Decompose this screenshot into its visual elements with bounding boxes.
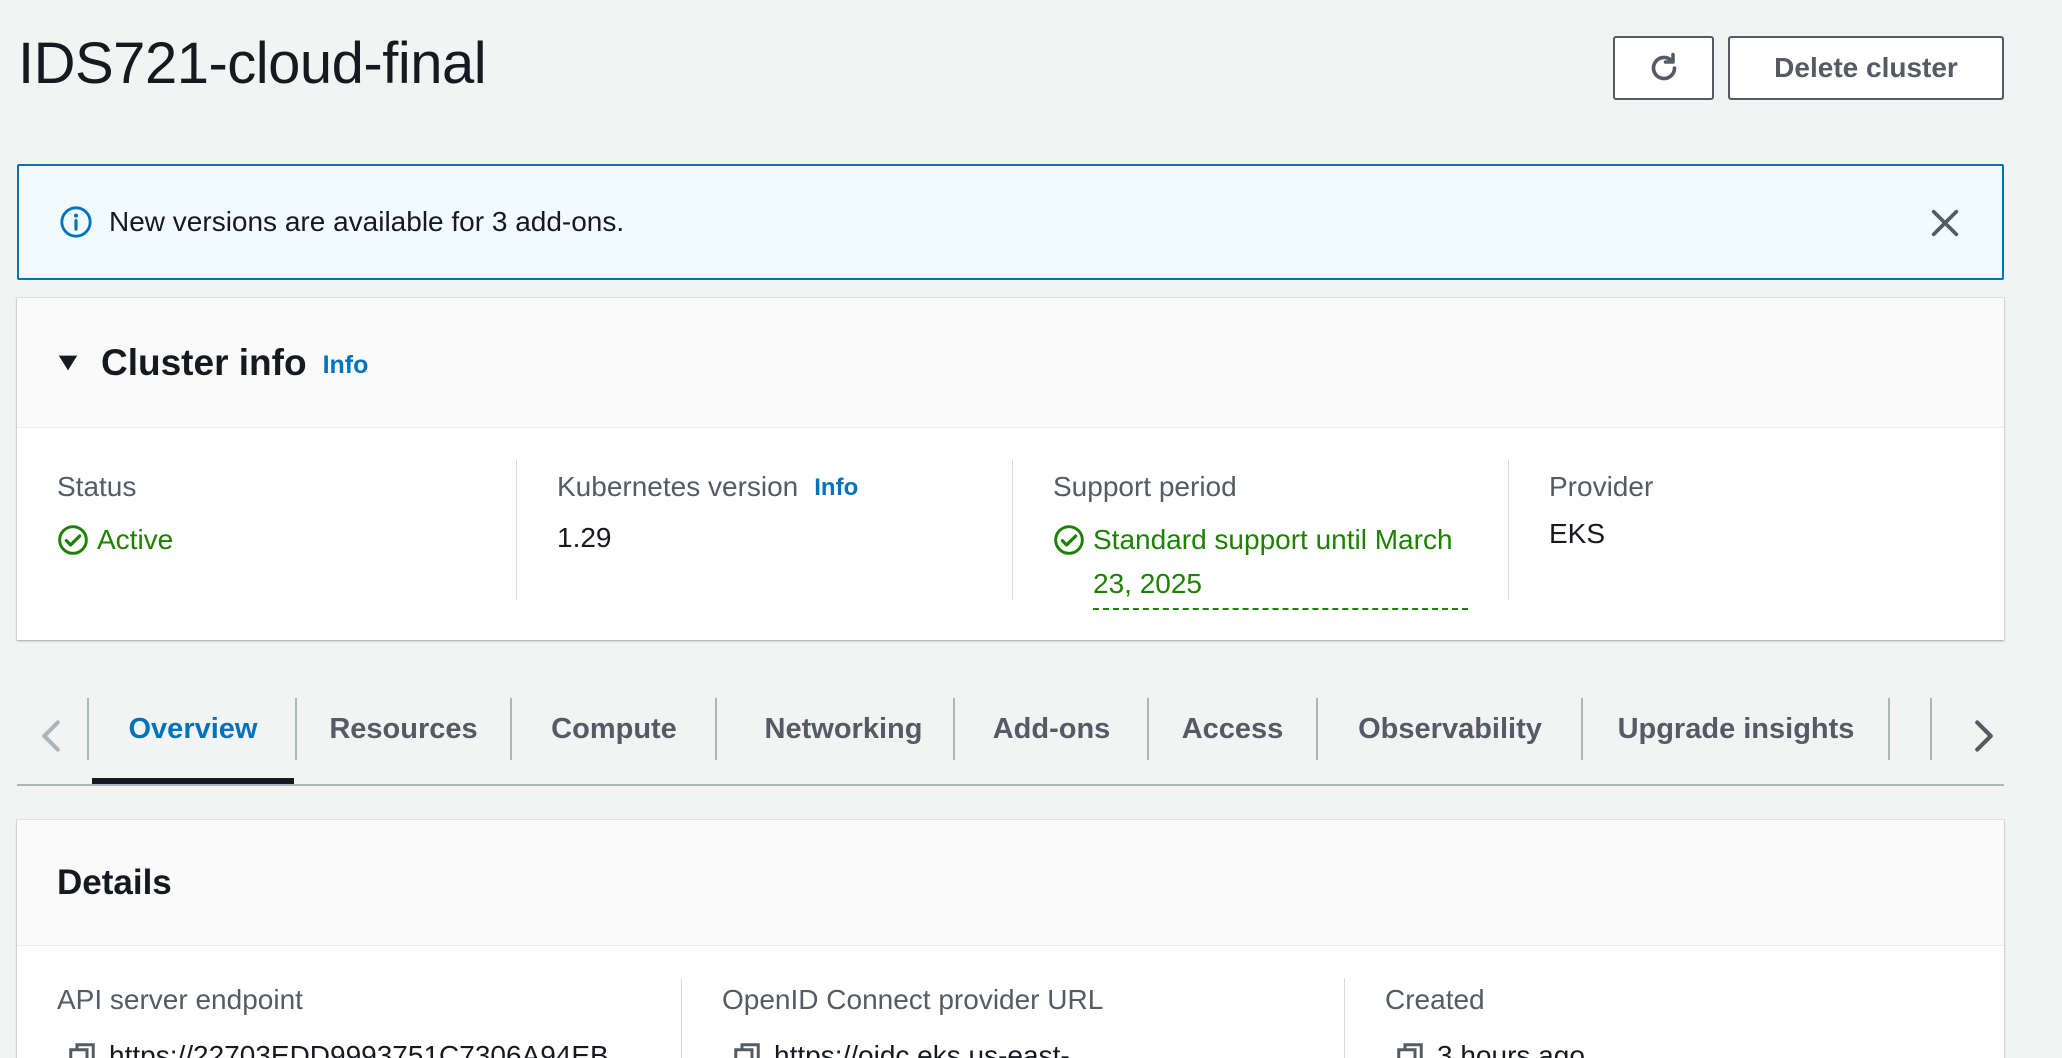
tabs-scroll-right-button[interactable]	[1964, 712, 2004, 760]
provider-column: Provider EKS	[1508, 460, 2004, 600]
status-column: Status Active	[17, 460, 516, 600]
tab-upgrade-insights[interactable]: Upgrade insights	[1583, 698, 1889, 760]
oidc-provider-url-value: https://oidc.eks.us-east-	[774, 1040, 1070, 1058]
check-circle-icon	[1054, 525, 1084, 555]
active-tab-indicator	[92, 778, 294, 784]
tab-access[interactable]: Access	[1149, 698, 1316, 760]
created-value: 3 hours ago	[1437, 1040, 1585, 1058]
api-server-endpoint-column: API server endpoint https://22703EDD9993…	[17, 978, 681, 1058]
tab-divider	[1930, 698, 1932, 760]
cluster-tabs: Overview Resources Compute Networking Ad…	[17, 690, 2004, 786]
kubernetes-version-value: 1.29	[557, 522, 612, 553]
support-period-label: Support period	[1053, 471, 1237, 502]
support-period-text: Standard support until March 23, 2025	[1093, 518, 1468, 610]
refresh-button[interactable]	[1613, 36, 1714, 100]
provider-label: Provider	[1549, 471, 1654, 502]
created-label: Created	[1385, 984, 1485, 1015]
cluster-info-title: Cluster info	[101, 341, 307, 383]
tab-overview[interactable]: Overview	[92, 698, 294, 760]
details-header: Details	[17, 820, 2004, 946]
close-icon[interactable]	[1928, 206, 1962, 240]
tab-divider	[1888, 698, 1890, 760]
kubernetes-version-column: Kubernetes version Info 1.29	[516, 460, 1012, 600]
tab-observability[interactable]: Observability	[1318, 698, 1582, 760]
caret-down-icon[interactable]	[57, 352, 79, 374]
chevron-left-icon	[42, 720, 60, 752]
kubernetes-version-info-link[interactable]: Info	[814, 474, 858, 502]
chevron-right-icon	[1975, 720, 1993, 752]
oidc-provider-url-column: OpenID Connect provider URL https://oidc…	[681, 978, 1344, 1058]
api-server-endpoint-value: https://22703EDD9993751C7306A94EB	[109, 1040, 609, 1058]
delete-cluster-button[interactable]: Delete cluster	[1728, 36, 2004, 100]
support-period-column: Support period Standard support until Ma…	[1012, 460, 1508, 610]
tab-networking[interactable]: Networking	[717, 698, 970, 760]
cluster-info-info-link[interactable]: Info	[323, 351, 369, 380]
info-icon	[60, 206, 92, 238]
cluster-info-panel: Cluster info Info Status Active Kubernet…	[17, 298, 2004, 640]
status-value: Active	[57, 518, 516, 562]
page-title: IDS721-cloud-final	[18, 31, 487, 96]
copy-icon[interactable]	[67, 1041, 97, 1058]
tab-compute[interactable]: Compute	[512, 698, 716, 760]
status-label: Status	[57, 471, 137, 502]
support-period-value[interactable]: Standard support until March 23, 2025	[1053, 518, 1508, 610]
provider-value: EKS	[1549, 518, 1606, 549]
banner-message: New versions are available for 3 add-ons…	[109, 206, 625, 237]
tab-resources[interactable]: Resources	[297, 698, 510, 760]
refresh-icon	[1651, 52, 1676, 81]
kubernetes-version-label: Kubernetes version	[557, 471, 799, 502]
api-server-endpoint-label: API server endpoint	[57, 984, 303, 1015]
tabs-scroll-left-button[interactable]	[31, 712, 71, 760]
status-text: Active	[97, 524, 174, 555]
tab-divider	[87, 698, 89, 760]
tab-add-ons[interactable]: Add-ons	[955, 698, 1148, 760]
details-panel: Details API server endpoint https://2270…	[17, 820, 2004, 1058]
copy-icon[interactable]	[732, 1041, 762, 1058]
check-circle-icon	[58, 525, 88, 555]
details-title: Details	[57, 862, 172, 902]
add-on-update-banner: New versions are available for 3 add-ons…	[17, 164, 2004, 280]
copy-icon[interactable]	[1395, 1041, 1425, 1058]
oidc-provider-url-label: OpenID Connect provider URL	[722, 984, 1104, 1015]
cluster-info-header[interactable]: Cluster info Info	[17, 298, 2004, 428]
created-column: Created 3 hours ago	[1344, 978, 2004, 1058]
